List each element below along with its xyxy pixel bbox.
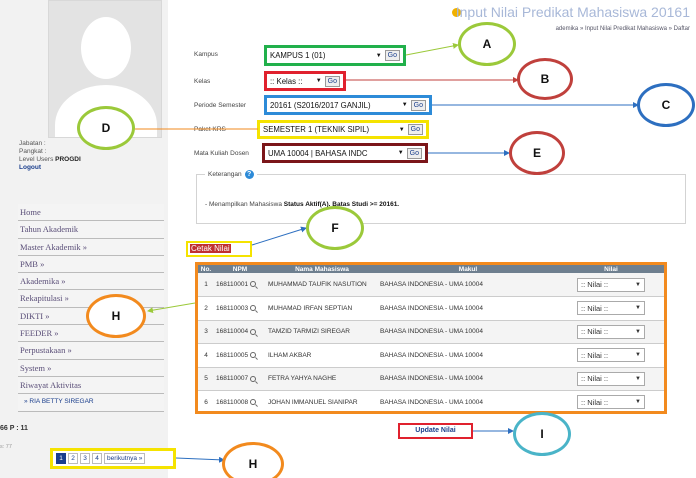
arrow-h-table — [147, 302, 196, 314]
callout-h-pager: H — [222, 442, 284, 478]
callout-e: E — [509, 131, 565, 175]
arrow-a — [405, 42, 459, 56]
callout-i: I — [513, 412, 571, 456]
callout-f: F — [306, 206, 364, 250]
callout-h-table: H — [86, 294, 146, 338]
arrow-f — [251, 226, 307, 246]
callout-a: A — [458, 22, 516, 66]
callout-d: D — [77, 106, 135, 150]
arrow-h-pager — [175, 456, 225, 463]
callout-c: C — [637, 83, 695, 127]
callout-b: B — [517, 58, 573, 100]
